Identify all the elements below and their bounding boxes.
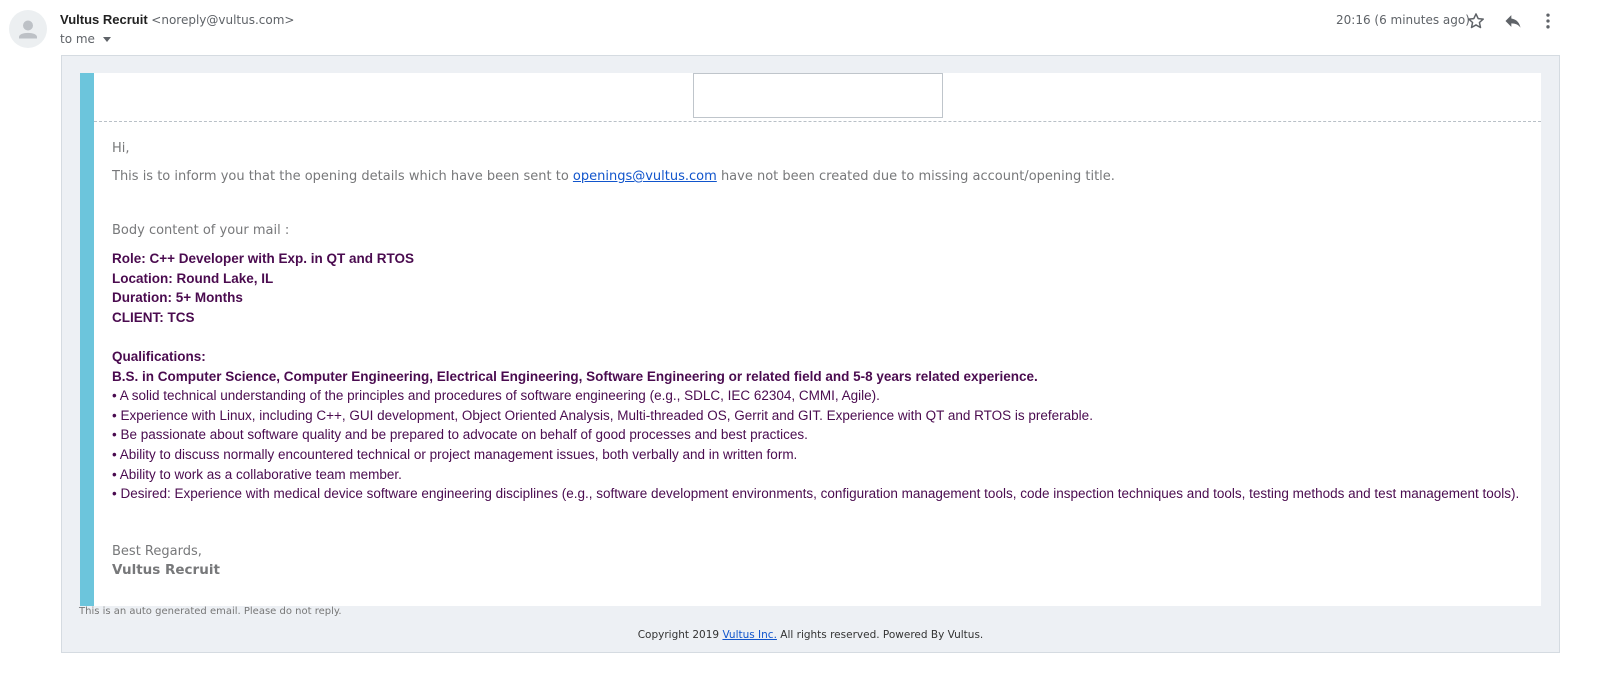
copyright-prefix: Copyright 2019 <box>637 629 720 641</box>
sender-avatar[interactable] <box>9 10 47 48</box>
job-role: Role: C++ Developer with Exp. in QT and … <box>112 251 415 266</box>
recipient-label: to me <box>60 32 95 46</box>
more-options-button[interactable] <box>1537 10 1559 32</box>
signature: Vultus Recruit <box>112 562 220 578</box>
email-body-frame: Hi, This is to inform you that the openi… <box>61 55 1560 653</box>
sender-email: <noreply@vultus.com> <box>151 13 295 27</box>
more-vert-icon <box>1546 13 1550 29</box>
email-card: Hi, This is to inform you that the openi… <box>80 73 1541 606</box>
job-duration: Duration: 5+ Months <box>112 290 243 306</box>
sender-name[interactable]: Vultus Recruit <box>60 12 148 27</box>
info-prefix: This is to inform you that the opening d… <box>112 169 569 184</box>
job-description: Role: C++ Developer with Exp. in QT and … <box>112 249 1519 504</box>
job-location: Location: Round Lake, IL <box>112 270 274 286</box>
person-icon <box>19 20 37 39</box>
sender-line: Vultus Recruit <noreply@vultus.com> <box>60 12 295 27</box>
body-content-label: Body content of your mail : <box>112 223 290 238</box>
qualification-item: • Experience with Linux, including C++, … <box>112 407 1093 423</box>
auto-generated-note: This is an auto generated email. Please … <box>79 606 342 617</box>
reply-icon <box>1505 15 1521 28</box>
star-icon <box>1468 13 1484 29</box>
recipient-details-toggle[interactable]: to me <box>60 32 111 46</box>
dashed-divider <box>94 121 1541 122</box>
greeting: Hi, <box>112 141 130 156</box>
qualification-item: • Ability to work as a collaborative tea… <box>112 466 402 482</box>
copyright-suffix: All rights reserved. Powered By Vultus. <box>780 629 984 641</box>
info-message: This is to inform you that the opening d… <box>112 169 1115 184</box>
copyright-line: Copyright 2019 Vultus Inc. All rights re… <box>62 629 1559 641</box>
qualification-item: • Desired: Experience with medical devic… <box>112 486 1520 502</box>
qualification-degree: B.S. in Computer Science, Computer Engin… <box>112 368 1038 384</box>
company-link[interactable]: Vultus Inc. <box>722 629 776 641</box>
star-button[interactable] <box>1465 10 1487 32</box>
logo-placeholder <box>693 73 943 118</box>
reply-button[interactable] <box>1502 10 1524 32</box>
qualification-item: • A solid technical understanding of the… <box>112 388 880 404</box>
openings-email-link[interactable]: openings@vultus.com <box>573 169 717 184</box>
qualifications-heading: Qualifications: <box>112 348 206 364</box>
info-suffix: have not been created due to missing acc… <box>720 169 1115 184</box>
accent-bar <box>80 73 94 606</box>
job-client: CLIENT: TCS <box>112 309 195 325</box>
qualification-item: • Be passionate about software quality a… <box>112 427 808 443</box>
email-timestamp: 20:16 (6 minutes ago) <box>1336 13 1470 27</box>
qualification-item: • Ability to discuss normally encountere… <box>112 446 798 462</box>
closing-regards: Best Regards, <box>112 544 202 559</box>
chevron-down-icon <box>102 36 111 42</box>
